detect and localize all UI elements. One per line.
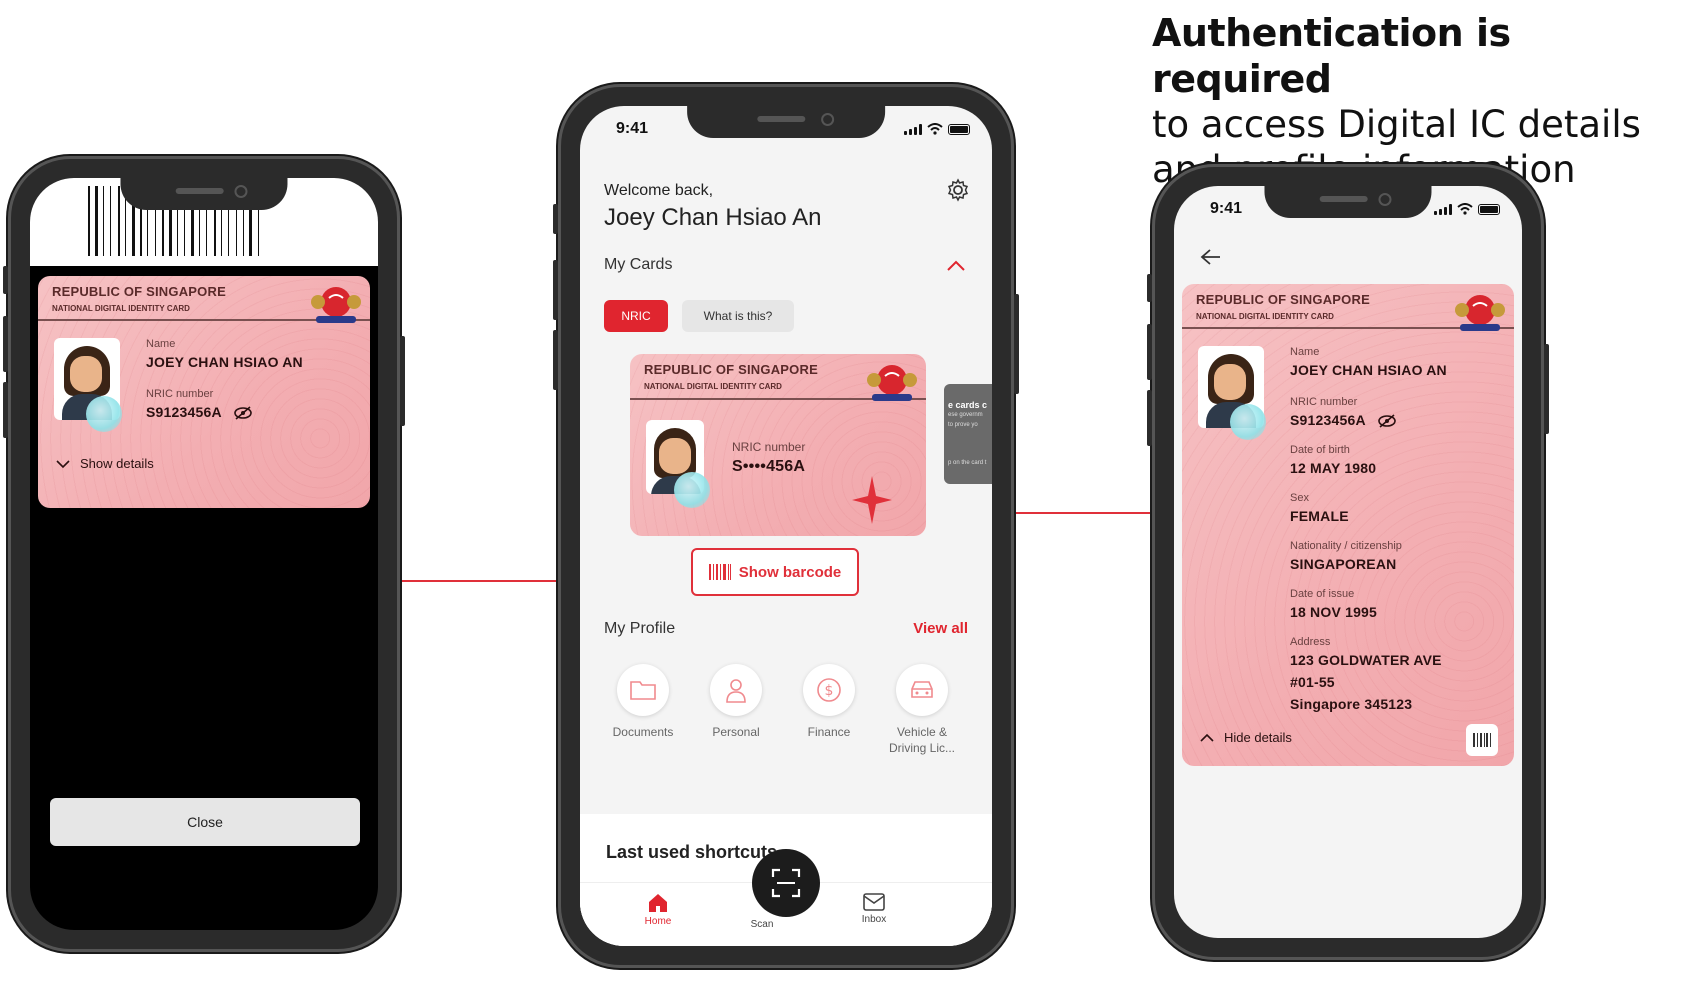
dollar-icon: $ bbox=[817, 678, 841, 702]
singapore-crest-icon bbox=[311, 287, 361, 323]
eye-off-icon[interactable] bbox=[233, 406, 253, 420]
phone-middle: 9:41 Welcome back, Joey Chan Hsiao An My… bbox=[553, 84, 1019, 968]
tab-nric[interactable]: NRIC bbox=[604, 300, 668, 332]
my-profile-title: My Profile bbox=[604, 620, 676, 637]
my-cards-title: My Cards bbox=[604, 256, 673, 273]
profile-item-personal[interactable]: Personal bbox=[697, 664, 775, 740]
nav-home[interactable]: Home bbox=[628, 893, 688, 927]
nav-scan[interactable]: Scan bbox=[732, 919, 792, 930]
nationality-label: Nationality / citizenship bbox=[1290, 540, 1402, 552]
chevron-up-icon bbox=[1200, 733, 1214, 742]
issue-date-label: Date of issue bbox=[1290, 588, 1355, 600]
nric-label: NRIC number bbox=[1290, 396, 1358, 408]
show-details-toggle[interactable]: Show details bbox=[56, 456, 154, 471]
close-button[interactable]: Close bbox=[50, 798, 360, 846]
nric-card-right: REPUBLIC OF SINGAPORE NATIONAL DIGITAL I… bbox=[1182, 284, 1514, 766]
profile-item-documents[interactable]: Documents bbox=[604, 664, 682, 740]
battery-icon bbox=[1478, 203, 1500, 215]
headline-line2: to access Digital IC details bbox=[1152, 103, 1641, 146]
home-icon bbox=[649, 894, 667, 912]
singapore-crest-icon bbox=[1455, 295, 1505, 331]
hologram-icon bbox=[674, 472, 710, 508]
show-barcode-button[interactable]: Show barcode bbox=[691, 548, 859, 596]
view-all-link[interactable]: View all bbox=[913, 620, 968, 637]
status-bar: 9:41 bbox=[608, 120, 970, 140]
profile-item-finance[interactable]: $ Finance bbox=[790, 664, 868, 740]
name-label: Name bbox=[146, 338, 176, 350]
dob-label: Date of birth bbox=[1290, 444, 1350, 456]
wifi-icon bbox=[927, 123, 943, 135]
welcome-text: Welcome back, bbox=[604, 182, 714, 199]
nric-value: S9123456A bbox=[146, 404, 253, 420]
last-used-title: Last used shortcuts bbox=[606, 842, 778, 862]
status-bar: 9:41 bbox=[1202, 200, 1500, 220]
bottom-nav: Home Scan Inbox bbox=[580, 849, 992, 946]
address-line1: 123 GOLDWATER AVE bbox=[1290, 652, 1442, 668]
chevron-up-icon[interactable] bbox=[946, 260, 966, 272]
address-label: Address bbox=[1290, 636, 1331, 648]
profile-item-vehicle[interactable]: Vehicle & Driving Lic... bbox=[883, 664, 961, 756]
nationality-value: SINGAPOREAN bbox=[1290, 556, 1397, 572]
dob-value: 12 MAY 1980 bbox=[1290, 460, 1377, 476]
person-icon bbox=[726, 679, 746, 703]
name-value: JOEY CHAN HSIAO AN bbox=[146, 354, 303, 370]
signal-icon bbox=[1434, 203, 1452, 215]
car-icon bbox=[911, 681, 933, 698]
name-label: Name bbox=[1290, 346, 1320, 358]
nric-masked-value: S••••456A bbox=[732, 458, 806, 475]
nric-card-middle[interactable]: REPUBLIC OF SINGAPORE NATIONAL DIGITAL I… bbox=[630, 354, 926, 536]
nric-value: S9123456A bbox=[1290, 412, 1397, 428]
tab-what-is-this[interactable]: What is this? bbox=[682, 300, 794, 332]
hologram-icon bbox=[1230, 404, 1266, 440]
wifi-icon bbox=[1457, 203, 1473, 215]
gear-icon[interactable] bbox=[946, 178, 970, 202]
nric-label: NRIC number bbox=[146, 388, 214, 400]
battery-icon bbox=[948, 123, 970, 135]
next-card-peek[interactable]: e cards c ese governm to prove yo p on t… bbox=[944, 384, 992, 484]
barcode-icon bbox=[1473, 733, 1491, 747]
back-arrow-icon[interactable] bbox=[1200, 248, 1222, 266]
scan-button[interactable] bbox=[752, 849, 820, 917]
singapore-crest-icon bbox=[867, 365, 917, 401]
folder-icon bbox=[630, 681, 656, 700]
headline-bold: Authentication is required bbox=[1152, 11, 1511, 101]
nric-label: NRIC number bbox=[732, 440, 806, 454]
phone-right: 9:41 REPUBLIC OF SINGAPORE NATIONAL DIGI… bbox=[1147, 164, 1549, 960]
stage: Authentication is required to access Dig… bbox=[0, 0, 1685, 983]
phone-left: REPUBLIC OF SINGAPORE NATIONAL DIGITAL I… bbox=[3, 156, 405, 952]
eye-off-icon[interactable] bbox=[1377, 414, 1397, 428]
scan-icon bbox=[771, 868, 801, 898]
sex-value: FEMALE bbox=[1290, 508, 1349, 524]
inbox-icon bbox=[863, 893, 885, 911]
nav-inbox[interactable]: Inbox bbox=[844, 893, 904, 925]
sparkle-icon bbox=[852, 476, 892, 524]
hide-details-toggle[interactable]: Hide details bbox=[1200, 730, 1292, 745]
barcode-button[interactable] bbox=[1466, 724, 1498, 756]
nric-card-left[interactable]: REPUBLIC OF SINGAPORE NATIONAL DIGITAL I… bbox=[38, 276, 370, 508]
issue-date-value: 18 NOV 1995 bbox=[1290, 604, 1378, 620]
name-value: JOEY CHAN HSIAO AN bbox=[1290, 362, 1447, 378]
chevron-down-icon bbox=[56, 459, 70, 468]
address-line2: #01-55 bbox=[1290, 674, 1335, 690]
address-line3: Singapore 345123 bbox=[1290, 696, 1413, 712]
svg-text:$: $ bbox=[825, 683, 834, 699]
hologram-icon bbox=[86, 396, 122, 432]
sex-label: Sex bbox=[1290, 492, 1309, 504]
barcode-icon bbox=[708, 564, 731, 580]
user-name: Joey Chan Hsiao An bbox=[604, 204, 822, 231]
signal-icon bbox=[904, 123, 922, 135]
